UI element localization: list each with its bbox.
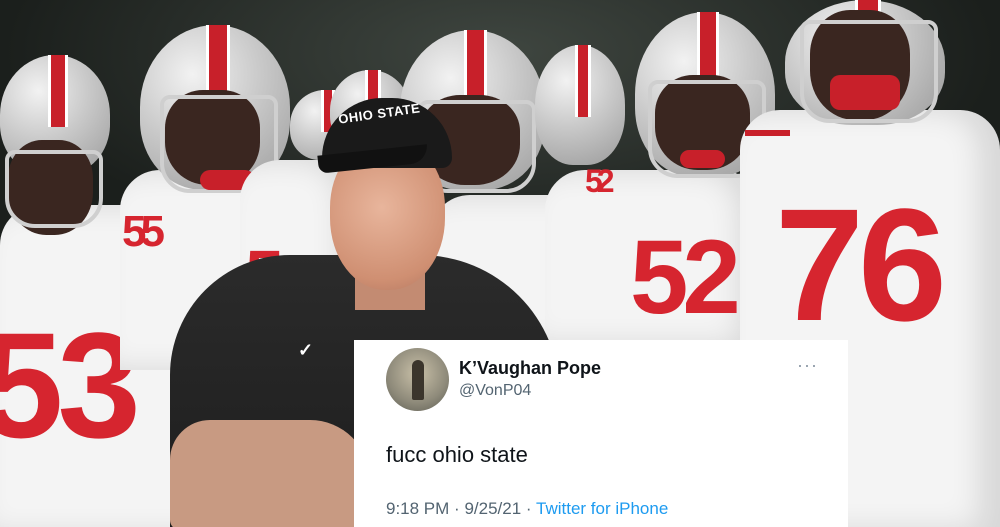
meta-separator: · <box>454 499 460 518</box>
tweet-card[interactable]: K’Vaughan Pope @VonP04 ··· fucc ohio sta… <box>354 340 848 527</box>
jersey-number: 76 <box>775 175 947 354</box>
display-name[interactable]: K’Vaughan Pope <box>459 358 601 379</box>
jersey-number: 53 <box>0 301 141 469</box>
tweet-date[interactable]: 9/25/21 <box>464 499 521 518</box>
jersey-number: 55 <box>122 207 165 256</box>
nike-swoosh-icon: ✓ <box>298 340 314 360</box>
user-handle[interactable]: @VonP04 <box>459 382 531 400</box>
jersey-number: 52 <box>630 219 741 336</box>
jersey-number: 52 <box>585 163 614 199</box>
tweet-metadata: 9:18 PM · 9/25/21 · Twitter for iPhone <box>386 499 668 519</box>
more-options-icon[interactable]: ··· <box>797 355 818 376</box>
tweet-time[interactable]: 9:18 PM <box>386 499 449 518</box>
meta-separator: · <box>525 499 532 518</box>
avatar-person-figure <box>412 360 424 400</box>
tweet-text: fucc ohio state <box>386 442 528 467</box>
tweet-source-link[interactable]: Twitter for iPhone <box>536 499 668 518</box>
profile-avatar[interactable] <box>386 348 449 411</box>
